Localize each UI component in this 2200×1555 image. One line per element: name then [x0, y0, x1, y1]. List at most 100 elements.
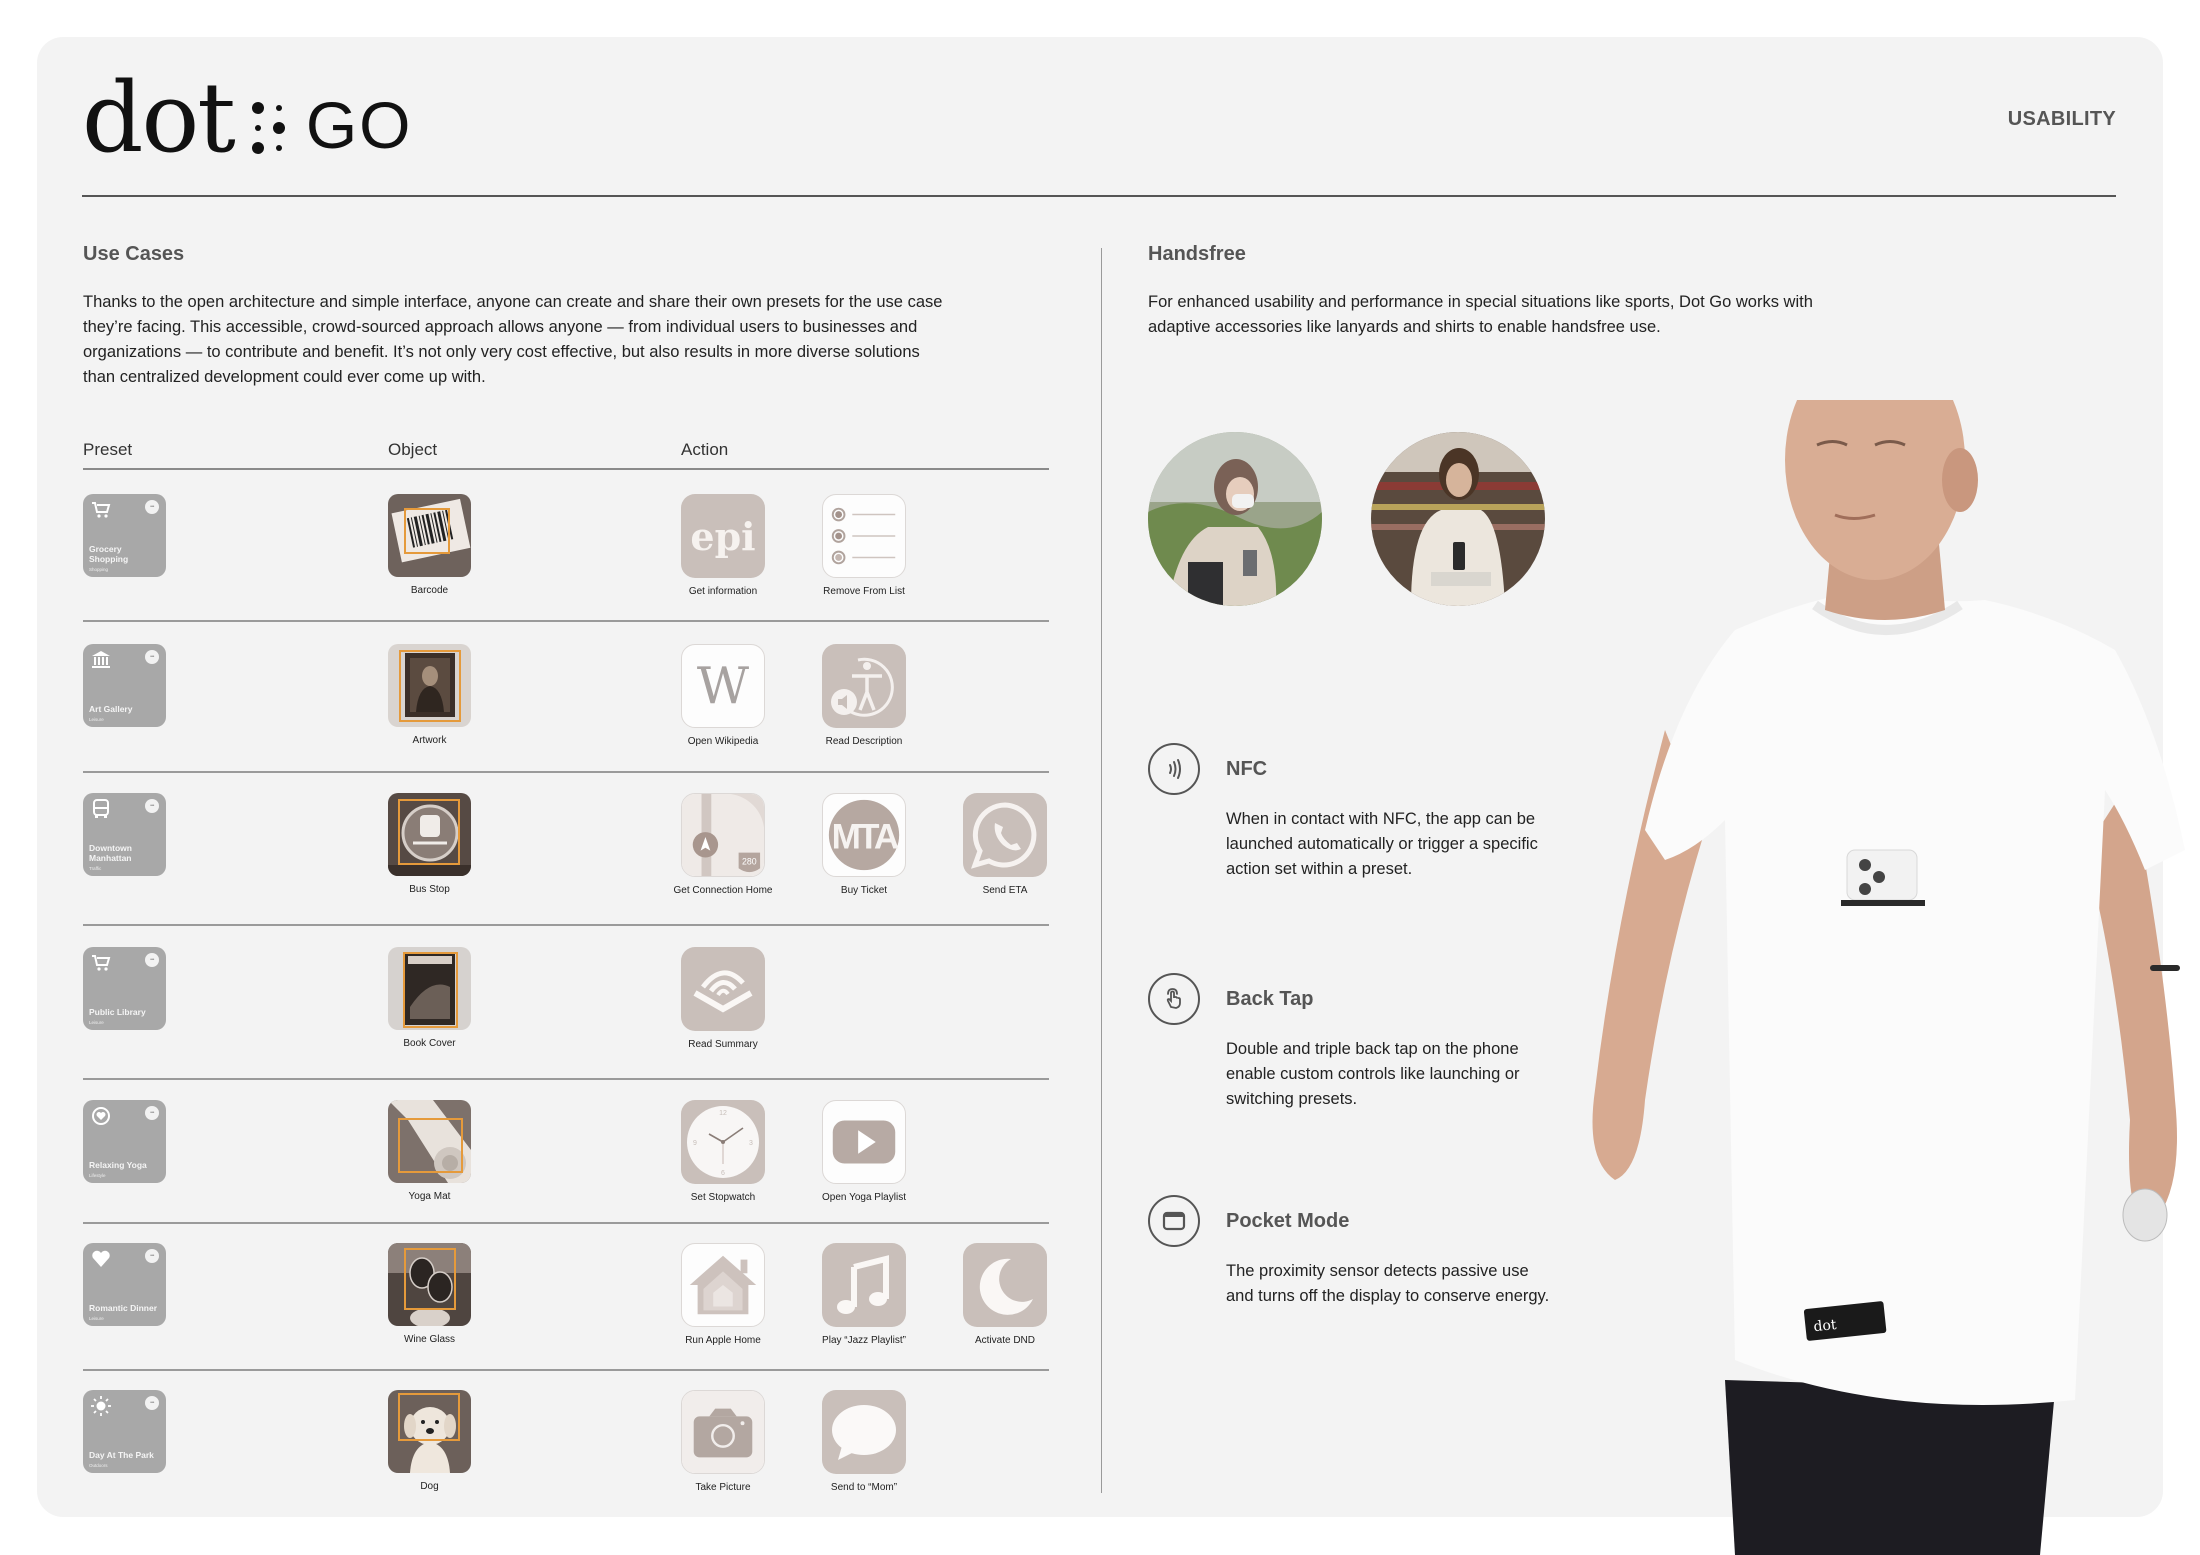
- action-label: Get information: [688, 586, 758, 597]
- action-item[interactable]: W Open Wikipedia: [673, 644, 773, 747]
- object-label: Book Cover: [403, 1038, 456, 1049]
- wine-glass-photo: [388, 1243, 471, 1326]
- section-tag: USABILITY: [2007, 108, 2116, 130]
- more-options-icon[interactable]: [145, 650, 159, 664]
- music-app-icon: [822, 1243, 906, 1327]
- mta-app-icon: MTA: [822, 793, 906, 877]
- bus-icon: [91, 799, 111, 819]
- object-label: Wine Glass: [403, 1334, 456, 1345]
- object-item[interactable]: Bus Stop: [388, 793, 471, 895]
- book-cover-photo: [388, 947, 471, 1030]
- feature-title: Back Tap: [1226, 988, 1314, 1010]
- action-item[interactable]: 12 3 6 9 Set Stopwatch: [673, 1100, 773, 1203]
- preset-name: Day At The Park: [89, 1449, 154, 1460]
- object-label: Dog: [420, 1481, 439, 1492]
- action-item[interactable]: Read Summary: [673, 947, 773, 1050]
- preset-tile[interactable]: Romantic Dinner Leisure: [83, 1243, 166, 1326]
- object-item[interactable]: Artwork: [388, 644, 471, 746]
- window-icon: [1148, 1195, 1200, 1247]
- preset-category: Traffic: [89, 866, 102, 871]
- table-row: Art Gallery Leisure Artwork W Open Wikipedia…: [83, 644, 1049, 773]
- preset-category: Leisure: [89, 1316, 104, 1321]
- table-row: Day At The Park Outdoors Dog Take Picture Se…: [83, 1390, 1049, 1510]
- preset-category: Shopping: [89, 567, 109, 572]
- cart-icon: [91, 500, 111, 520]
- object-item[interactable]: Wine Glass: [388, 1243, 471, 1345]
- more-options-icon[interactable]: [145, 953, 159, 967]
- preset-tile[interactable]: Relaxing Yoga Lifestyle: [83, 1100, 166, 1183]
- preset-tile[interactable]: Grocery Shopping Shopping: [83, 494, 166, 577]
- feature-title: Pocket Mode: [1226, 1210, 1350, 1232]
- action-item[interactable]: Take Picture: [673, 1390, 773, 1493]
- yoga-mat-photo: [388, 1100, 471, 1183]
- object-label: Barcode: [410, 585, 449, 596]
- action-item[interactable]: Play “Jazz Playlist”: [814, 1243, 914, 1346]
- action-label: Remove From List: [823, 586, 905, 597]
- object-item[interactable]: Book Cover: [388, 947, 471, 1049]
- whatsapp-app-icon: [963, 793, 1047, 877]
- preset-category: Lifestyle: [89, 1173, 106, 1178]
- action-label: Activate DND: [974, 1335, 1035, 1346]
- column-divider: [1101, 248, 1102, 1493]
- table-header: Preset Object Action: [83, 438, 1049, 470]
- object-label: Bus Stop: [409, 884, 450, 895]
- action-label: Set Stopwatch: [690, 1192, 756, 1203]
- cart-icon: [91, 953, 111, 973]
- use-cases-title: Use Cases: [83, 243, 185, 265]
- logo-product: GO: [305, 88, 413, 162]
- object-item[interactable]: Yoga Mat: [388, 1100, 471, 1202]
- column-header-object: Object: [388, 440, 438, 459]
- shirt-label-text: dot: [1813, 1317, 1838, 1335]
- action-item[interactable]: Activate DND: [955, 1243, 1055, 1346]
- use-cases-body: Thanks to the open architecture and simp…: [83, 293, 943, 386]
- epi-app-icon: epi: [681, 494, 765, 578]
- column-header-action: Action: [681, 440, 729, 459]
- artwork-photo: [388, 644, 471, 727]
- action-label: Read Summary: [688, 1039, 758, 1050]
- audible-app-icon: [681, 947, 765, 1031]
- messages-app-icon: [822, 1390, 906, 1474]
- action-item[interactable]: Send to “Mom”: [814, 1390, 914, 1493]
- bus-stop-photo: [388, 793, 471, 876]
- moon-icon: [963, 1243, 1047, 1327]
- feature-title: NFC: [1226, 758, 1268, 780]
- action-item[interactable]: MTA Buy Ticket: [814, 793, 914, 896]
- action-item[interactable]: Remove From List: [814, 494, 914, 597]
- action-item[interactable]: Run Apple Home: [673, 1243, 773, 1346]
- action-item[interactable]: Read Description: [814, 644, 914, 747]
- svg-text:epi: epi: [690, 514, 755, 559]
- header-divider: [82, 195, 2116, 197]
- more-options-icon[interactable]: [145, 500, 159, 514]
- preset-tile[interactable]: Downtown Manhattan Traffic: [83, 793, 166, 876]
- feature-description: The proximity sensor detects passive use…: [1226, 1262, 1550, 1305]
- more-options-icon[interactable]: [145, 1249, 159, 1263]
- preset-tile[interactable]: Day At The Park Outdoors: [83, 1390, 166, 1473]
- svg-text:W: W: [697, 657, 750, 716]
- table-row: Romantic Dinner Leisure Wine Glass Run Appl…: [83, 1243, 1049, 1371]
- preset-category: Leisure: [89, 717, 104, 722]
- dog-photo: [388, 1390, 471, 1473]
- action-item[interactable]: Send ETA: [955, 793, 1055, 896]
- more-options-icon[interactable]: [145, 1106, 159, 1120]
- object-label: Artwork: [412, 735, 447, 746]
- preset-tile[interactable]: Art Gallery Leisure: [83, 644, 166, 727]
- object-item[interactable]: Barcode: [388, 494, 471, 596]
- more-options-icon[interactable]: [145, 1396, 159, 1410]
- accessibility-voiceover-icon: [822, 644, 906, 728]
- preset-tile[interactable]: Public Library Leisure: [83, 947, 166, 1030]
- object-item[interactable]: Dog: [388, 1390, 471, 1492]
- action-item[interactable]: 280 Get Connection Home: [673, 793, 773, 896]
- table-row: Relaxing Yoga Lifestyle Yoga Mat 12 3 6 9 Set S…: [83, 1100, 1049, 1224]
- reminders-app-icon: [822, 494, 906, 578]
- table-row: Grocery Shopping Shopping Barcode epi Get in…: [83, 494, 1049, 622]
- action-label: Open Wikipedia: [687, 736, 759, 747]
- maps-app-icon: 280: [681, 793, 765, 877]
- feature-description: When in contact with NFC, the app can be…: [1226, 810, 1538, 878]
- action-item[interactable]: Open Yoga Playlist: [814, 1100, 914, 1203]
- object-label: Yoga Mat: [408, 1191, 451, 1202]
- action-item[interactable]: epi Get information: [673, 494, 773, 597]
- logo-word: dot: [82, 62, 236, 174]
- preset-name: Public Library: [89, 1006, 146, 1017]
- more-options-icon[interactable]: [145, 799, 159, 813]
- action-label: Get Connection Home: [673, 885, 773, 896]
